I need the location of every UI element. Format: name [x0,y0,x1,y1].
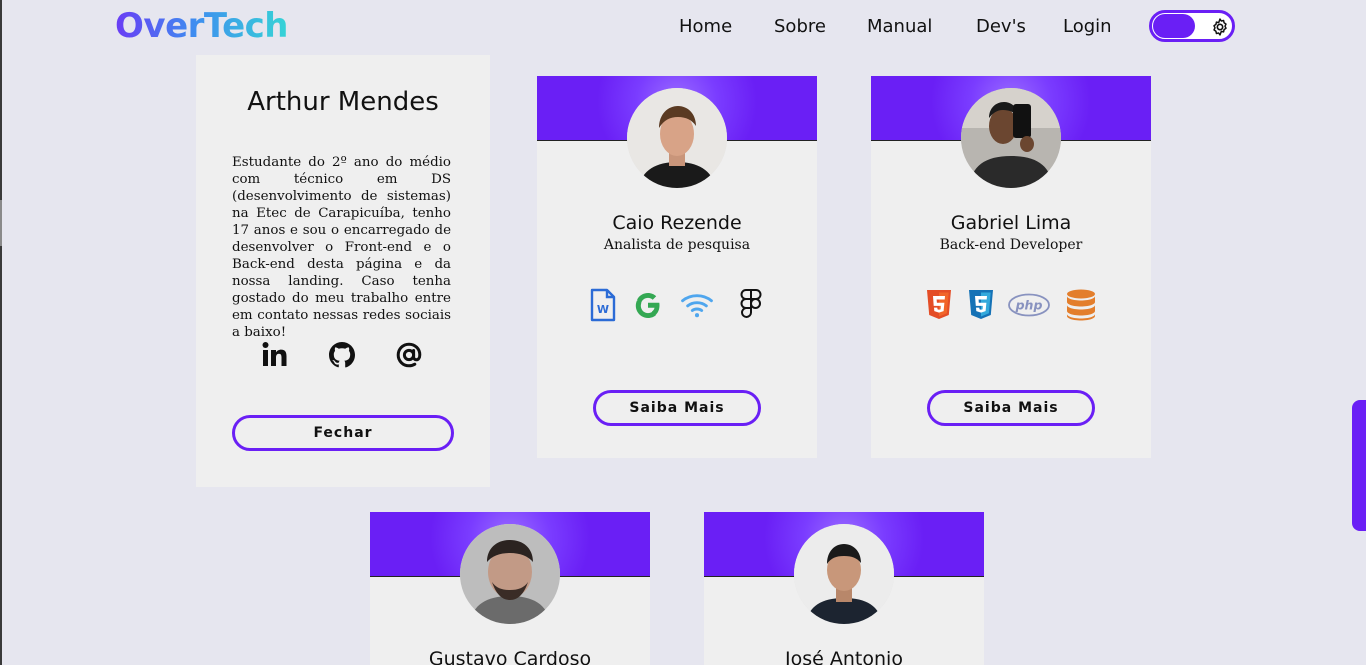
php-icon: php [1008,293,1050,317]
at-sign-icon[interactable] [394,340,424,370]
close-button[interactable]: Fechar [232,415,454,451]
google-icon [635,293,660,318]
dev-card-jose: José Antonio [704,512,984,665]
html5-icon [927,290,951,319]
avatar [961,88,1061,188]
database-icon [1067,289,1095,321]
card-role: Back-end Developer [939,237,1083,253]
nav-sobre[interactable]: Sobre [774,16,826,37]
dev-card-caio: Caio Rezende Analista de pesquisa W Saib… [537,76,817,458]
avatar [460,524,560,624]
card-name: Caio Rezende [612,212,742,234]
card-name: Gabriel Lima [950,212,1072,234]
dev-card-gabriel: Gabriel Lima Back-end Developer php Saib… [871,76,1151,458]
gear-icon [1213,18,1227,36]
svg-text:php: php [1015,298,1043,313]
theme-toggle[interactable] [1149,10,1235,42]
card-name: José Antonio [785,648,903,665]
logo[interactable]: OverTech [115,6,289,46]
avatar [794,524,894,624]
saiba-mais-button[interactable]: Saiba Mais [927,390,1095,426]
linkedin-icon[interactable] [260,340,290,370]
nav-manual[interactable]: Manual [867,16,932,37]
nav-login[interactable]: Login [1063,16,1112,37]
svg-text:W: W [597,303,609,316]
window-edge-mark [0,200,2,246]
card-role: Analista de pesquisa [603,237,751,253]
word-icon: W [590,288,616,322]
nav-home[interactable]: Home [679,16,732,37]
profile-panel: Arthur Mendes Estudante do 2º ano do méd… [196,55,490,487]
wifi-icon [681,294,713,318]
saiba-mais-button[interactable]: Saiba Mais [593,390,761,426]
toggle-knob [1153,14,1195,38]
profile-name: Arthur Mendes [247,87,439,117]
card-name: Gustavo Cardoso [428,648,592,665]
profile-bio: Estudante do 2º ano do médio com técnico… [232,155,451,340]
avatar [627,88,727,188]
window-edge [0,0,2,665]
scrollbar-thumb[interactable] [1352,400,1366,531]
figma-icon [740,289,762,318]
github-icon[interactable] [327,340,357,370]
dev-card-gustavo: Gustavo Cardoso [370,512,650,665]
css3-icon [969,290,993,319]
nav-devs[interactable]: Dev's [976,16,1026,37]
